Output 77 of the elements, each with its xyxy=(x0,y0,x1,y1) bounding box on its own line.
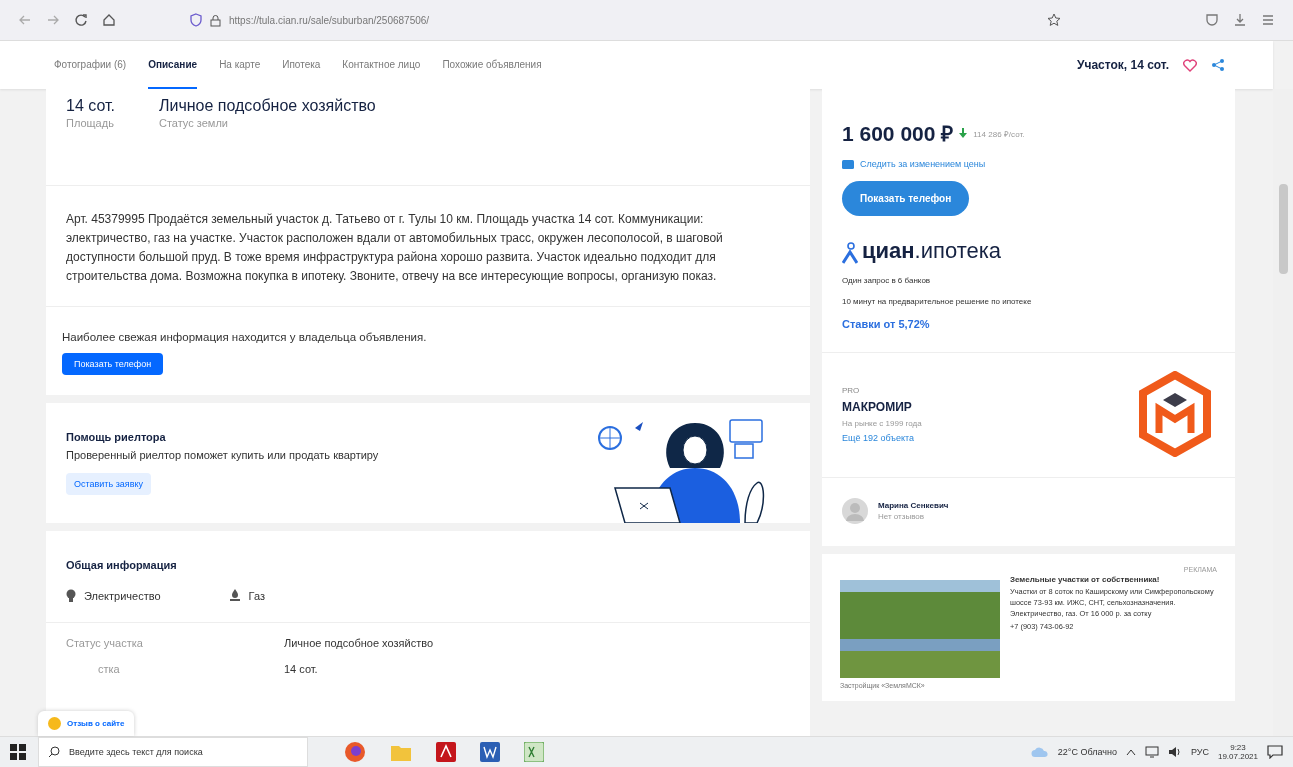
hexagon-logo-icon xyxy=(1137,371,1213,457)
windows-start-icon[interactable] xyxy=(10,744,26,760)
price-per-unit: 114 286 ₽/сот. xyxy=(973,128,1025,139)
pocket-icon[interactable] xyxy=(1205,13,1219,27)
menu-icon[interactable] xyxy=(1261,13,1275,27)
share-icon[interactable] xyxy=(1211,58,1225,72)
spreadsheet-app-icon[interactable] xyxy=(524,742,544,762)
more-objects-link[interactable]: Ещё 192 объекта xyxy=(842,432,922,443)
agent-reviews: Нет отзывов xyxy=(878,512,926,521)
nav-tab[interactable]: Похожие объявления xyxy=(442,41,542,89)
smiley-icon xyxy=(48,717,61,730)
watch-price-link[interactable]: Следить за изменением цены xyxy=(860,159,986,169)
clock-time[interactable]: 9:23 xyxy=(1230,743,1246,752)
info-label: Статус участка xyxy=(66,637,144,649)
price-text: 1 600 000 ₽ xyxy=(842,121,954,147)
gas-icon xyxy=(228,589,241,602)
mortgage-info-text: Один запрос в 6 банков xyxy=(842,276,932,285)
pdf-app-icon[interactable] xyxy=(436,742,456,762)
section-title: Помощь риелтора xyxy=(66,431,167,443)
home-icon[interactable] xyxy=(102,13,116,27)
show-phone-button[interactable]: Показать телефон xyxy=(842,181,970,216)
reload-icon[interactable] xyxy=(74,13,88,27)
caret-up-icon[interactable] xyxy=(1125,748,1136,756)
agency-since: На рынке с 1999 года xyxy=(842,418,922,428)
nav-tab[interactable]: Фотографии (6) xyxy=(54,41,127,89)
listing-title: Участок, 14 сот. xyxy=(1076,58,1169,72)
shield-icon xyxy=(190,13,202,27)
taskbar-search-field[interactable]: Введите здесь текст для поиска xyxy=(38,737,308,767)
utility-label: Электричество xyxy=(84,589,161,602)
summary-value: 14 сот. xyxy=(66,97,115,115)
price-down-arrow-icon xyxy=(959,128,968,138)
speaker-icon[interactable] xyxy=(1167,746,1182,758)
pro-label: PRO xyxy=(842,385,861,395)
network-icon[interactable] xyxy=(1144,746,1159,758)
lightbulb-icon xyxy=(66,589,76,602)
realtor-text: Проверенный риелтор поможет купить или продать квартиру xyxy=(66,449,379,461)
section-title: Общая информация xyxy=(65,559,178,571)
request-button[interactable]: Оставить заявку xyxy=(66,473,151,495)
person-logo-icon xyxy=(842,242,858,264)
browser-app-icon[interactable] xyxy=(344,741,366,763)
info-value: Личное подсобное хозяйство xyxy=(284,637,433,649)
summary-value: Личное подсобное хозяйство xyxy=(158,97,376,115)
ad-title[interactable]: Земельные участки от собственника! xyxy=(1010,575,1217,584)
summary-label: Площадь xyxy=(66,117,115,129)
feedback-button[interactable]: Отзыв о сайте xyxy=(38,711,135,736)
info-value: 14 сот. xyxy=(284,663,318,675)
summary-label: Статус земли xyxy=(158,117,229,129)
description-text: Арт. 45379995 Продаётся земельный участок д. Татьево от г. Тулы 10 км. Площадь участка 14 сот. Коммуникации: электричество, газ на участке. Участок расположен вдали от автомобильных трасс, окружен лесополосой, в шаговой доступности большой пруд. В тоже время инфраструктура района хорошо развита. Участок идеально подходит для строительства дома. Возможна покупка в ипотеку. Звоните, отвечу на все интересующие вопросы, организую показ. xyxy=(65,211,724,285)
forward-arrow-icon[interactable] xyxy=(46,13,60,27)
search-icon xyxy=(48,746,60,758)
back-arrow-icon[interactable] xyxy=(18,13,32,27)
heart-icon[interactable] xyxy=(1183,58,1197,72)
address-bar[interactable]: https://tula.cian.ru/sale/suburban/250687506/ xyxy=(180,5,1071,35)
lock-icon xyxy=(210,13,221,27)
download-icon[interactable] xyxy=(1233,13,1247,27)
word-app-icon[interactable] xyxy=(480,742,500,762)
language-indicator[interactable]: РУС xyxy=(1190,747,1209,757)
mail-icon xyxy=(842,159,854,169)
cloud-icon xyxy=(1030,746,1049,758)
nav-tab[interactable]: Ипотека xyxy=(282,41,321,89)
agent-name[interactable]: Марина Сенкевич xyxy=(878,501,949,510)
notifications-icon[interactable] xyxy=(1267,745,1283,759)
utility-label: Газ xyxy=(248,589,265,602)
nav-tab[interactable]: Контактное лицо xyxy=(342,41,421,89)
info-label: стка xyxy=(97,663,121,675)
mortgage-info-text: 10 минут на предварительное решение по ипотеке xyxy=(842,297,1033,306)
owner-note: Наиболее свежая информация находится у владельца объявления. xyxy=(61,330,428,345)
agency-name: МАКРОМИР xyxy=(842,399,913,414)
weather-text[interactable]: 22°C Облачно xyxy=(1057,747,1117,757)
brand-logo-text: циан.ипотека xyxy=(862,238,1002,264)
avatar-icon xyxy=(842,498,868,524)
show-phone-button[interactable]: Показать телефон xyxy=(62,353,164,375)
rates-link[interactable]: Ставки от 5,72% xyxy=(842,318,1215,330)
clock-date[interactable]: 19.07.2021 xyxy=(1217,752,1258,761)
url-text: https://tula.cian.ru/sale/suburban/250687506/ xyxy=(229,14,430,26)
bookmark-star-icon[interactable] xyxy=(1047,13,1061,27)
nav-tab[interactable]: На карте xyxy=(219,41,261,89)
